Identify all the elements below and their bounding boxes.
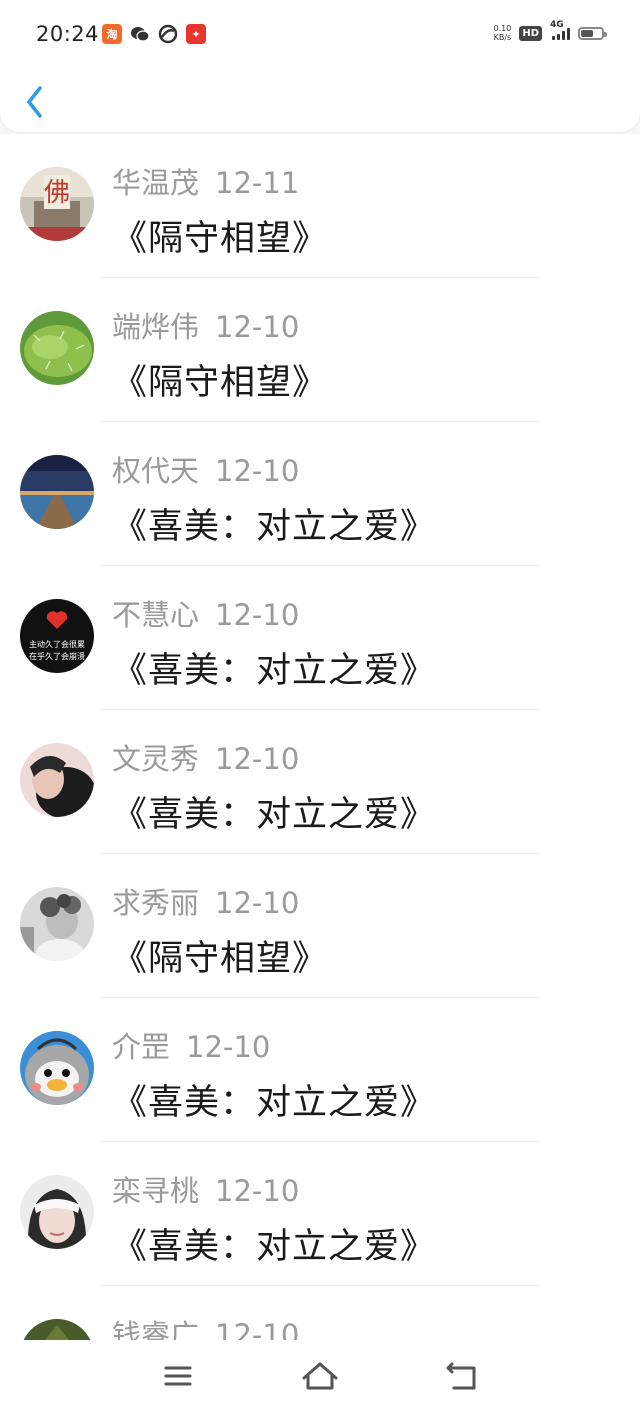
avatar-text-2: 在乎久了会崩溃	[29, 651, 85, 661]
comment-text: 《喜美：对立之爱》	[112, 795, 437, 835]
header	[0, 70, 640, 132]
avatar[interactable]: 主动久了会很累 在乎久了会崩溃	[20, 599, 94, 673]
avatar[interactable]	[20, 1175, 94, 1249]
svg-text:佛: 佛	[44, 178, 70, 208]
list-item[interactable]: 主动久了会很累 在乎久了会崩溃 不慧心 12-10 《喜美：对立之爱》	[0, 566, 640, 710]
comment-meta: 介罡 12-10	[112, 1024, 270, 1066]
list-item[interactable]: 介罡 12-10 《喜美：对立之爱》	[0, 998, 640, 1142]
comment-text: 《喜美：对立之爱》	[112, 651, 437, 691]
user-name: 华温茂	[112, 166, 200, 200]
menu-button[interactable]	[158, 1358, 198, 1394]
avatar-text-1: 主动久了会很累	[29, 639, 85, 649]
avatar[interactable]	[20, 1319, 94, 1340]
comment-meta: 华温茂 12-11	[112, 160, 299, 202]
comment-text: 《喜美：对立之爱》	[112, 507, 437, 547]
chevron-left-icon	[27, 86, 42, 118]
comment-meta: 端烨伟 12-10	[112, 304, 299, 346]
home-icon	[302, 1362, 338, 1390]
comment-meta: 不慧心 12-10	[112, 592, 299, 634]
back-button[interactable]	[18, 76, 58, 120]
notification-icons: 淘 ✦	[102, 24, 206, 44]
list-item[interactable]: 端烨伟 12-10 《隔守相望》	[0, 278, 640, 422]
comment-meta: 文灵秀 12-10	[112, 736, 299, 778]
avatar[interactable]	[20, 743, 94, 817]
comment-date: 12-10	[215, 598, 300, 632]
back-nav-button[interactable]	[442, 1358, 482, 1394]
comment-date: 12-11	[215, 166, 300, 200]
user-name: 文灵秀	[112, 742, 200, 776]
menu-icon	[164, 1366, 192, 1386]
user-name: 求秀丽	[112, 886, 200, 920]
list-item[interactable]: 权代天 12-10 《喜美：对立之爱》	[0, 422, 640, 566]
battery-icon	[578, 26, 607, 40]
comment-meta: 钱睿广 12-10	[112, 1312, 299, 1340]
avatar[interactable]	[20, 311, 94, 385]
comment-list[interactable]: 佛 华温茂 12-11 《隔守相望》 端烨伟 12-10 《隔守相望》 权代天 …	[0, 134, 640, 1340]
network-speed-value: 0.10	[493, 24, 512, 33]
comment-text: 《喜美：对立之爱》	[112, 1083, 437, 1123]
gift-app-icon: ✦	[186, 24, 206, 44]
comment-date: 12-10	[215, 310, 300, 344]
user-name: 介罡	[112, 1030, 171, 1064]
comment-date: 12-10	[215, 742, 300, 776]
comment-text: 《隔守相望》	[112, 363, 329, 403]
list-item[interactable]: 求秀丽 12-10 《隔守相望》	[0, 854, 640, 998]
comment-meta: 求秀丽 12-10	[112, 880, 299, 922]
comment-text: 《隔守相望》	[112, 939, 329, 979]
avatar[interactable]: 佛	[20, 167, 94, 241]
comment-text: 《隔守相望》	[112, 219, 329, 259]
comment-meta: 权代天 12-10	[112, 448, 299, 490]
network-speed-unit: KB/s	[493, 33, 512, 42]
comment-date: 12-10	[215, 1318, 300, 1340]
taobao-icon: 淘	[102, 24, 122, 44]
back-icon	[446, 1362, 476, 1390]
status-time: 20:24	[36, 22, 100, 46]
comment-date: 12-10	[215, 1174, 300, 1208]
user-name: 钱睿广	[112, 1318, 200, 1340]
comment-meta: 栾寻桃 12-10	[112, 1168, 299, 1210]
list-item[interactable]: 文灵秀 12-10 《喜美：对立之爱》	[0, 710, 640, 854]
home-button[interactable]	[300, 1358, 340, 1394]
comment-date: 12-10	[215, 886, 300, 920]
hd-badge: HD	[519, 25, 542, 41]
signal-icon: 4G	[550, 20, 570, 40]
status-indicators: 0.10 KB/s HD 4G	[494, 20, 607, 42]
avatar[interactable]	[20, 455, 94, 529]
avatar[interactable]	[20, 1031, 94, 1105]
network-type: 4G	[550, 20, 564, 30]
user-name: 栾寻桃	[112, 1174, 200, 1208]
swirl-app-icon	[158, 24, 178, 44]
comment-text: 《喜美：对立之爱》	[112, 1227, 437, 1267]
user-name: 不慧心	[112, 598, 200, 632]
network-speed: 0.10 KB/s	[494, 24, 512, 42]
user-name: 端烨伟	[112, 310, 200, 344]
comment-date: 12-10	[186, 1030, 271, 1064]
status-bar: 20:24 淘 ✦ 0.10 KB/s HD 4G	[0, 0, 640, 70]
list-item[interactable]: 栾寻桃 12-10 《喜美：对立之爱》	[0, 1142, 640, 1286]
avatar[interactable]	[20, 887, 94, 961]
list-item[interactable]: 钱睿广 12-10	[0, 1286, 640, 1340]
navigation-bar	[0, 1340, 640, 1415]
user-name: 权代天	[112, 454, 200, 488]
wechat-icon	[130, 24, 150, 44]
comment-date: 12-10	[215, 454, 300, 488]
list-item[interactable]: 佛 华温茂 12-11 《隔守相望》	[0, 134, 640, 278]
